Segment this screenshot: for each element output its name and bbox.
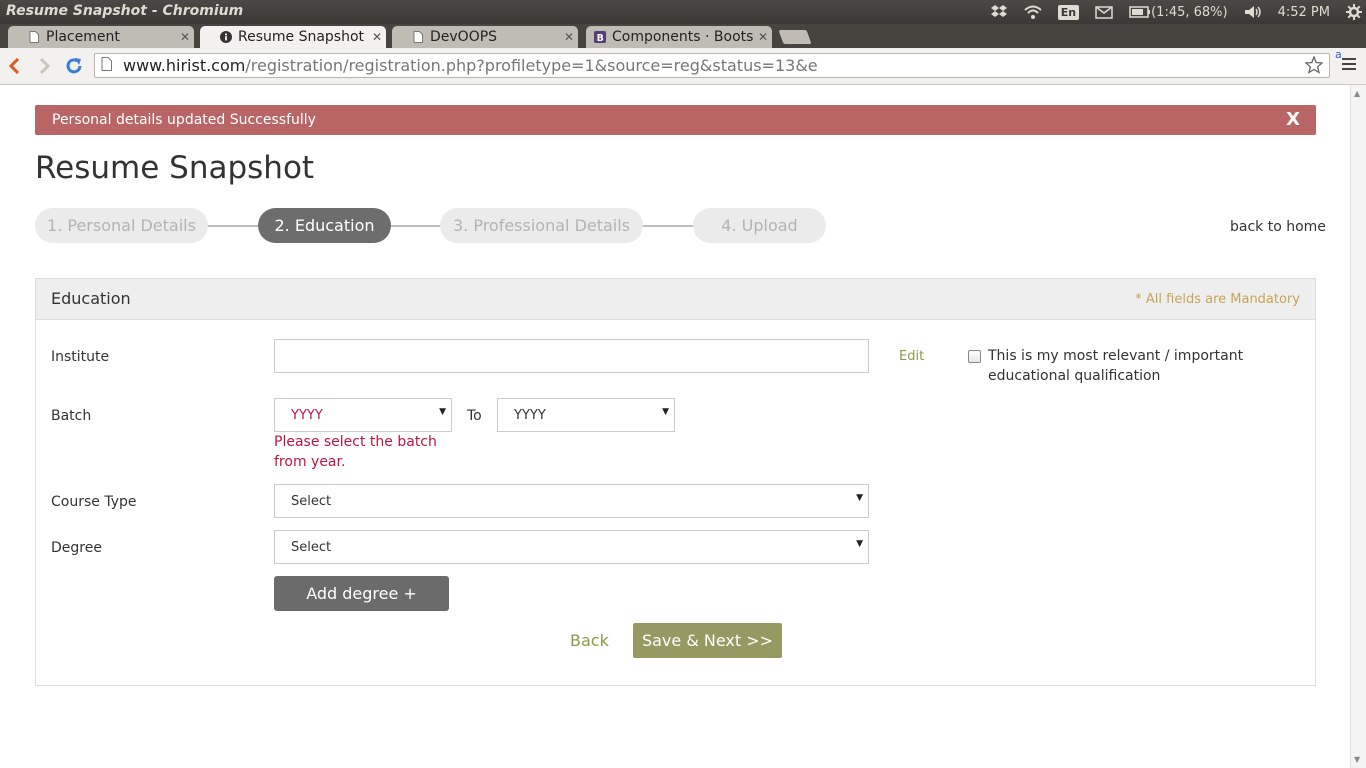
course-type-select[interactable]: Select ▼ xyxy=(274,484,869,518)
tab-title: Components · Bootstr xyxy=(612,29,754,45)
alert-message: Personal details updated Successfully xyxy=(52,112,316,128)
batch-label: Batch xyxy=(51,408,92,424)
page-title: Resume Snapshot xyxy=(35,150,315,186)
course-type-label: Course Type xyxy=(51,494,137,510)
degree-value: Select xyxy=(291,539,332,555)
scroll-down-arrow-icon[interactable]: ▼ xyxy=(1354,755,1360,764)
batch-error-line1: Please select the batch xyxy=(274,434,437,450)
extension-badge[interactable]: a xyxy=(1335,48,1342,61)
scroll-up-arrow-icon[interactable]: ▲ xyxy=(1354,89,1360,98)
volume-icon[interactable] xyxy=(1244,5,1262,19)
dropbox-icon[interactable] xyxy=(990,4,1008,20)
page-scrollbar[interactable]: ▲ ▼ xyxy=(1350,85,1366,768)
step-professional-details[interactable]: 3. Professional Details xyxy=(440,208,643,243)
add-degree-button[interactable]: Add degree + xyxy=(274,576,449,611)
tab-title: Resume Snapshot xyxy=(238,29,365,45)
close-icon[interactable]: ✕ xyxy=(368,30,386,44)
tab-placement[interactable]: Placement ✕ xyxy=(8,26,194,48)
tab-title: DevOOPS xyxy=(430,29,498,45)
url-host: www.hirist.com xyxy=(123,56,246,75)
wifi-icon[interactable] xyxy=(1024,5,1042,19)
alert-close-button[interactable]: X xyxy=(1286,109,1300,130)
address-bar[interactable]: www.hirist.com/registration/registration… xyxy=(94,53,1330,78)
battery-icon xyxy=(1129,6,1151,18)
degree-select[interactable]: Select ▼ xyxy=(274,530,869,564)
tab-bootstrap-components[interactable]: B Components · Bootstr ✕ xyxy=(586,26,772,48)
back-arrow-icon[interactable] xyxy=(4,56,24,76)
menu-icon[interactable] xyxy=(1342,58,1356,73)
browser-toolbar: www.hirist.com/registration/registration… xyxy=(0,48,1366,85)
success-alert: Personal details updated Successfully X xyxy=(35,105,1316,135)
batch-error-message: Please select the batch from year. xyxy=(274,432,437,472)
gear-icon[interactable] xyxy=(1346,4,1362,20)
new-tab-button[interactable] xyxy=(778,30,812,44)
chevron-down-icon: ▼ xyxy=(856,539,863,549)
institute-edit-link[interactable]: Edit xyxy=(899,349,924,364)
step-upload[interactable]: 4. Upload xyxy=(693,208,826,243)
step-personal-details[interactable]: 1. Personal Details xyxy=(35,208,208,243)
back-to-home-link[interactable]: back to home xyxy=(1230,219,1326,235)
clock[interactable]: 4:52 PM xyxy=(1278,5,1330,20)
info-icon xyxy=(220,30,232,44)
batch-to-value: YYYY xyxy=(514,407,546,423)
institute-input[interactable] xyxy=(274,339,869,373)
close-icon[interactable]: ✕ xyxy=(754,30,772,44)
system-tray: En (1:45, 68%) 4:52 PM xyxy=(982,0,1366,24)
save-next-button[interactable]: Save & Next >> xyxy=(633,623,782,658)
chevron-down-icon: ▼ xyxy=(439,407,446,417)
step-connector xyxy=(388,225,443,227)
close-icon[interactable]: ✕ xyxy=(560,30,578,44)
tab-strip: Placement ✕ Resume Snapshot ✕ DevOOPS ✕ … xyxy=(0,24,1366,48)
step-connector xyxy=(205,225,261,227)
panel-title: Education xyxy=(51,289,131,308)
relevant-qualification-label: This is my most relevant / important educ… xyxy=(988,346,1243,386)
close-icon[interactable]: ✕ xyxy=(176,30,194,44)
chevron-down-icon: ▼ xyxy=(856,493,863,503)
batch-from-value: YYYY xyxy=(291,407,323,423)
window-title: Resume Snapshot - Chromium xyxy=(6,3,244,19)
url-path: /registration/registration.php?profilety… xyxy=(245,56,818,75)
page-icon xyxy=(412,30,424,44)
mandatory-note: * All fields are Mandatory xyxy=(1135,292,1300,307)
mail-icon[interactable] xyxy=(1095,5,1113,19)
page-icon xyxy=(101,56,115,75)
language-indicator[interactable]: En xyxy=(1057,4,1080,20)
tab-title: Placement xyxy=(46,29,120,45)
course-type-value: Select xyxy=(291,493,332,509)
institute-label: Institute xyxy=(51,349,110,365)
tab-resume-snapshot[interactable]: Resume Snapshot ✕ xyxy=(200,26,386,48)
batch-error-line2: from year. xyxy=(274,454,346,470)
step-connector xyxy=(640,225,696,227)
tab-devoops[interactable]: DevOOPS ✕ xyxy=(392,26,578,48)
panel-header: Education * All fields are Mandatory xyxy=(36,279,1315,320)
forward-arrow-icon[interactable] xyxy=(35,56,55,76)
reload-icon[interactable] xyxy=(64,56,84,76)
back-link[interactable]: Back xyxy=(570,631,609,650)
step-education[interactable]: 2. Education xyxy=(258,208,391,243)
batch-to-select[interactable]: YYYY ▼ xyxy=(497,398,675,432)
battery-status: (1:45, 68%) xyxy=(1151,4,1228,20)
chevron-down-icon: ▼ xyxy=(662,407,669,417)
batch-to-label: To xyxy=(467,408,482,424)
bookmark-star-icon[interactable] xyxy=(1304,55,1324,78)
relevant-label-line1: This is my most relevant / important xyxy=(988,348,1244,364)
page-viewport: Personal details updated Successfully X … xyxy=(0,85,1350,768)
education-panel: Education * All fields are Mandatory Ins… xyxy=(35,278,1316,686)
os-top-panel: Resume Snapshot - Chromium En (1:45, 68%… xyxy=(0,0,1366,24)
battery-indicator[interactable]: (1:45, 68%) xyxy=(1129,5,1228,20)
bootstrap-icon: B xyxy=(594,30,606,44)
page-icon xyxy=(28,30,40,44)
svg-text:B: B xyxy=(597,33,604,44)
relevant-qualification-checkbox[interactable] xyxy=(968,350,981,363)
language-label: En xyxy=(1057,4,1080,20)
batch-from-select[interactable]: YYYY ▼ xyxy=(274,398,452,432)
relevant-label-line2: educational qualification xyxy=(988,368,1161,384)
degree-label: Degree xyxy=(51,540,102,556)
